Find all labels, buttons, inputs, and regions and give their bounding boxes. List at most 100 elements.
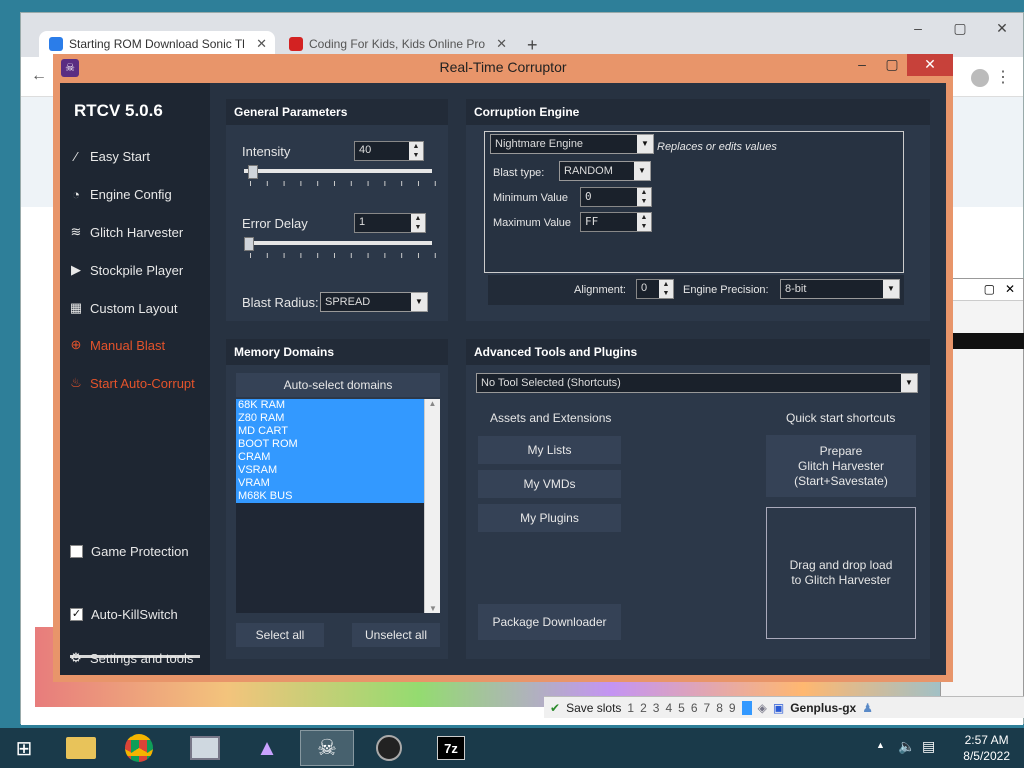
minimum-value-input[interactable]: 0 ▲ ▼ [580, 187, 652, 207]
scroll-down-icon[interactable]: ▼ [425, 604, 441, 613]
my-vmds-button[interactable]: My VMDs [478, 470, 621, 498]
save-slot-9[interactable]: 9 [729, 701, 736, 715]
maximum-value-input[interactable]: FF ▲ ▼ [580, 212, 652, 232]
intensity-slider-track[interactable] [244, 169, 432, 173]
save-slot-3[interactable]: 3 [653, 701, 660, 715]
rtcv-window: ☠ Real-Time Corruptor – ▢ ✕ RTCV 5.0.6 ⁄… [53, 54, 953, 682]
close-icon[interactable]: ✕ [907, 54, 953, 76]
nav-engine-config[interactable]: ◔ Engine Config [68, 182, 208, 206]
taskbar-file-explorer[interactable] [54, 730, 108, 766]
package-downloader-button[interactable]: Package Downloader [478, 604, 621, 640]
prepare-glitch-harvester-button[interactable]: Prepare Glitch Harvester (Start+Savestat… [766, 435, 916, 497]
joypad-icon[interactable]: ◈ [758, 701, 767, 715]
menu-icon[interactable]: ⋮ [995, 67, 1011, 87]
maximize-icon[interactable]: ▢ [877, 54, 907, 76]
close-tab-icon[interactable]: ✕ [496, 36, 507, 52]
alignment-value: 0 [641, 282, 648, 294]
network-icon[interactable]: ▤ [922, 738, 935, 755]
new-tab-button[interactable]: + [527, 35, 538, 56]
chevron-down-icon: ▼ [901, 374, 917, 392]
tool-select[interactable]: No Tool Selected (Shortcuts) ▼ [476, 373, 918, 393]
taskbar-app[interactable] [362, 730, 416, 766]
engine-precision-select[interactable]: 8-bit ▼ [780, 279, 900, 299]
engine-select[interactable]: Nightmare Engine ▼ [490, 134, 654, 154]
taskbar-7zip[interactable]: 7z [424, 730, 478, 766]
nav-label: Start Auto-Corrupt [90, 375, 195, 391]
auto-killswitch-checkbox[interactable]: ✓ Auto-KillSwitch [70, 607, 178, 622]
intensity-slider-thumb[interactable] [247, 165, 258, 179]
my-lists-button[interactable]: My Lists [478, 436, 621, 464]
my-plugins-button[interactable]: My Plugins [478, 504, 621, 532]
spinner-arrows-icon[interactable]: ▲ ▼ [637, 213, 651, 231]
domain-item[interactable]: MD CART [236, 425, 424, 438]
error-delay-slider-thumb[interactable] [244, 237, 254, 251]
chevron-down-icon: ▼ [637, 135, 653, 153]
maximize-icon[interactable]: ▢ [939, 13, 981, 43]
save-slot-7[interactable]: 7 [704, 701, 711, 715]
close-tab-icon[interactable]: ✕ [256, 36, 267, 52]
profile-icon[interactable] [971, 69, 989, 87]
select-all-button[interactable]: Select all [236, 623, 324, 647]
save-slot-5[interactable]: 5 [678, 701, 685, 715]
start-button[interactable]: ⊞ [0, 730, 48, 766]
save-slot-6[interactable]: 6 [691, 701, 698, 715]
spinner-arrows-icon[interactable]: ▲ ▼ [411, 214, 425, 232]
list-scrollbar[interactable]: ▲ ▼ [424, 399, 440, 613]
domain-item[interactable]: BOOT ROM [236, 438, 424, 451]
alignment-input[interactable]: 0 ▲ ▼ [636, 279, 674, 299]
domain-item[interactable]: M68K BUS [236, 490, 424, 503]
domain-item[interactable]: VRAM [236, 477, 424, 490]
unselect-all-button[interactable]: Unselect all [352, 623, 440, 647]
save-slot-8[interactable]: 8 [716, 701, 723, 715]
clock-time: 2:57 AM [964, 733, 1009, 747]
domain-item[interactable]: VSRAM [236, 464, 424, 477]
taskbar-monitor[interactable] [178, 730, 232, 766]
nav-start-auto-corrupt[interactable]: ♨ Start Auto-Corrupt [68, 371, 208, 395]
scroll-up-icon[interactable]: ▲ [425, 399, 440, 408]
domain-item[interactable]: CRAM [236, 451, 424, 464]
drop-zone-line: Drag and drop load [789, 558, 893, 572]
back-icon[interactable]: ← [31, 67, 47, 85]
save-slot-4[interactable]: 4 [665, 701, 672, 715]
maximize-icon[interactable]: ▢ [984, 282, 995, 296]
nav-easy-start[interactable]: ⁄ Easy Start [68, 144, 208, 168]
spinner-arrows-icon[interactable]: ▲ ▼ [637, 188, 651, 206]
spinner-arrows-icon[interactable]: ▲ ▼ [409, 142, 423, 160]
domain-item[interactable]: 68K RAM [236, 399, 424, 412]
user-icon[interactable]: ♟ [862, 701, 873, 715]
domain-item[interactable]: Z80 RAM [236, 412, 424, 425]
minimum-value: 0 [585, 190, 592, 203]
close-icon[interactable]: ✕ [981, 13, 1023, 43]
nav-stockpile-player[interactable]: ▶ Stockpile Player [68, 258, 208, 282]
taskbar-chrome[interactable] [112, 730, 166, 766]
game-protection-checkbox[interactable]: Game Protection [70, 544, 189, 559]
spinner-arrows-icon[interactable]: ▲ ▼ [659, 280, 673, 298]
minimize-icon[interactable]: – [847, 54, 877, 76]
volume-icon[interactable]: 🔈 [898, 738, 915, 755]
nav-label: Glitch Harvester [90, 224, 184, 240]
nav-custom-layout[interactable]: ▦ Custom Layout [68, 296, 208, 320]
blast-radius-select[interactable]: SPREAD ▼ [320, 292, 428, 312]
save-slot-1[interactable]: 1 [627, 701, 634, 715]
error-delay-slider-track[interactable] [244, 241, 432, 245]
auto-select-domains-button[interactable]: Auto-select domains [236, 373, 440, 397]
close-icon[interactable]: ✕ [1005, 282, 1015, 296]
rtcv-logo-icon: ☠ [61, 59, 79, 77]
system-clock[interactable]: 2:57 AM 8/5/2022 [963, 732, 1010, 764]
taskbar-vanguard[interactable]: ▲ [240, 730, 294, 766]
nav-manual-blast[interactable]: ⊕ Manual Blast [68, 333, 208, 357]
nav-glitch-harvester[interactable]: ≋ Glitch Harvester [68, 220, 208, 244]
blast-type-select[interactable]: RANDOM ▼ [559, 161, 651, 181]
error-delay-input[interactable]: 1 ▲ ▼ [354, 213, 426, 233]
memory-domain-list[interactable]: 68K RAM Z80 RAM MD CART BOOT ROM CRAM VS… [236, 399, 440, 613]
rtcv-icon: ☠ [317, 735, 337, 760]
save-slot-2[interactable]: 2 [640, 701, 647, 715]
intensity-input[interactable]: 40 ▲ ▼ [354, 141, 424, 161]
glitch-harvester-drop-zone[interactable]: Drag and drop load to Glitch Harvester [766, 507, 916, 639]
taskbar-rtcv[interactable]: ☠ [300, 730, 354, 766]
settings-and-tools[interactable]: ⚙ Settings and tools [68, 646, 208, 670]
tray-chevron-icon[interactable]: ▲ [876, 740, 885, 750]
browser-tab-strip: Starting ROM Download Sonic Tl ✕ Coding … [21, 13, 1023, 57]
panel-title: Memory Domains [226, 339, 448, 365]
minimize-icon[interactable]: – [897, 13, 939, 43]
